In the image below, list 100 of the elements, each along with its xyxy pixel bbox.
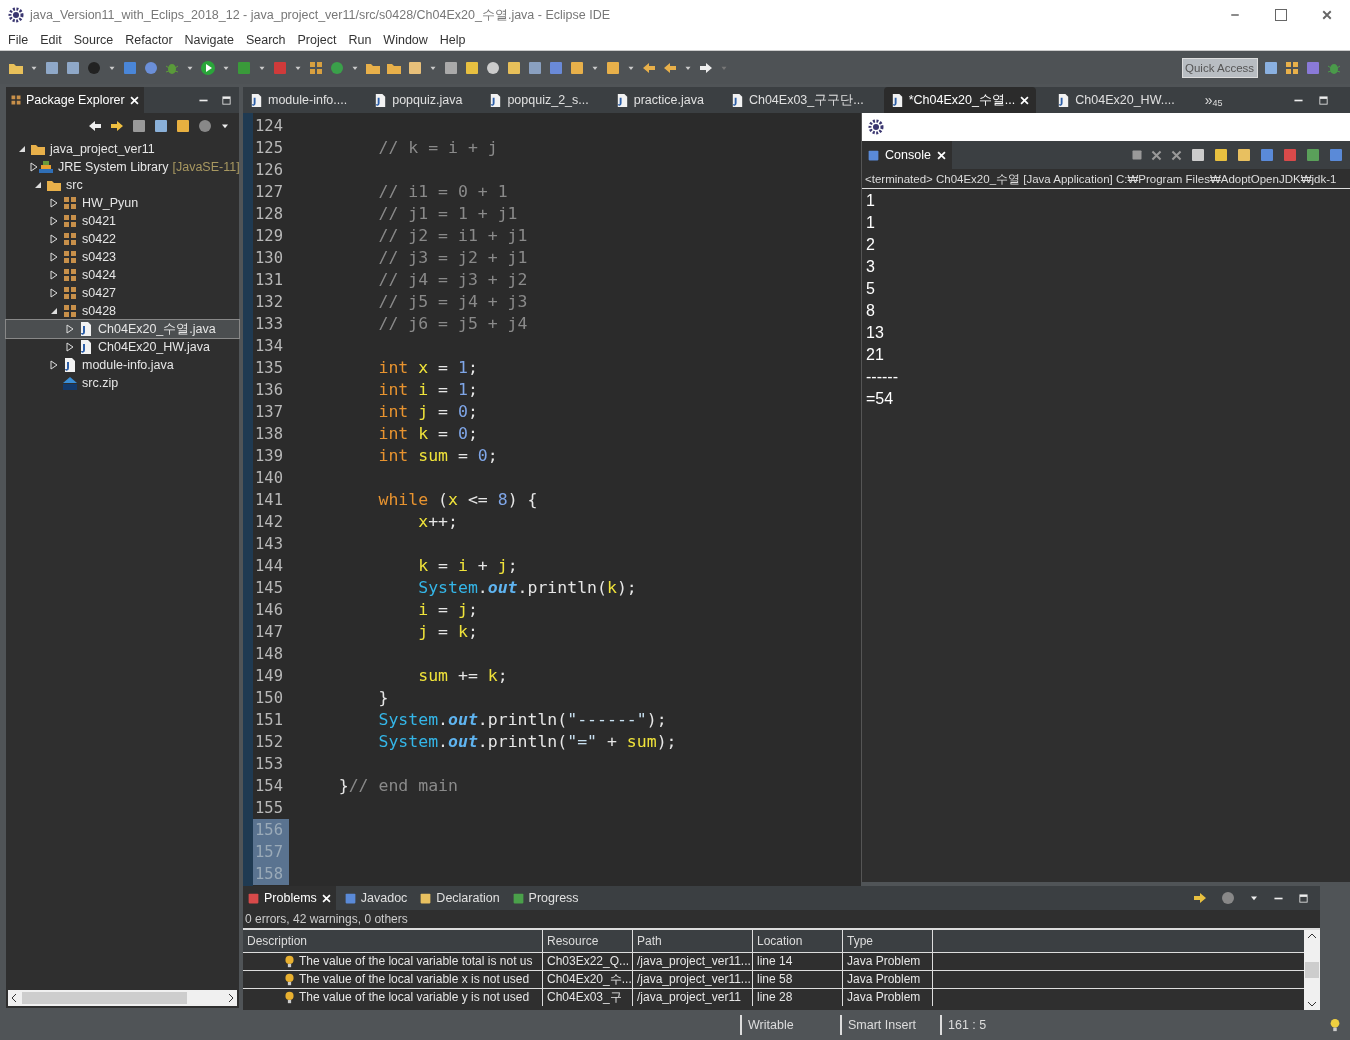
editor-tab[interactable]: Ch04Ex03_구구단... [723, 87, 870, 113]
tree-item-label: src [66, 176, 83, 194]
line-number: 157 [253, 841, 289, 863]
collapsed-arrow-icon[interactable] [50, 270, 58, 280]
collapsed-arrow-icon[interactable] [50, 216, 58, 226]
line-number: 150 [254, 688, 284, 709]
column-header[interactable]: Path [633, 930, 753, 952]
menu-item[interactable]: Project [291, 30, 343, 50]
scroll-down-icon[interactable] [1307, 1000, 1317, 1008]
table-cell: /java_project_ver11... [637, 953, 751, 970]
code-token: } [337, 776, 349, 795]
tree-item[interactable]: src.zip [6, 374, 239, 392]
tree-item[interactable]: s0424 [6, 266, 239, 284]
tree-item[interactable]: s0422 [6, 230, 239, 248]
table-cell: Java Problem [847, 989, 921, 1006]
column-header[interactable]: Type [843, 930, 933, 952]
editor-tab[interactable]: Ch04Ex20_HW.... [1050, 87, 1181, 113]
code-token: System [417, 578, 478, 597]
tree-item[interactable]: s0428 [6, 302, 239, 320]
package-explorer-tab[interactable]: Package Explorer [6, 87, 144, 113]
collapsed-arrow-icon[interactable] [50, 360, 58, 370]
scroll-up-icon[interactable] [1307, 932, 1317, 940]
line-number: 143 [254, 534, 284, 555]
panel-tab[interactable]: Javadoc [339, 886, 412, 910]
scroll-left-icon[interactable] [10, 993, 18, 1003]
code-token: // k = i + j [377, 138, 498, 157]
menu-item[interactable]: Search [239, 30, 292, 50]
tree-item[interactable]: Ch04Ex20_HW.java [6, 338, 239, 356]
package-icon [62, 285, 78, 301]
menu-item[interactable]: Help [433, 30, 472, 50]
console-output-line: ------ [866, 367, 899, 387]
code-token: . [438, 732, 448, 751]
library-books-icon [38, 159, 54, 175]
editor-tab[interactable]: popquiz_2_s... [482, 87, 595, 113]
stop-icon [1131, 149, 1143, 161]
tree-item[interactable]: s0423 [6, 248, 239, 266]
collapsed-arrow-icon[interactable] [50, 234, 58, 244]
java-file-icon [78, 339, 94, 355]
code-editor[interactable] [243, 113, 861, 886]
console-output-line: 1 [866, 213, 876, 233]
tree-item[interactable]: Ch04Ex20_수열.java [6, 320, 239, 338]
line-number: 142 [254, 512, 284, 533]
scroll-right-icon[interactable] [227, 993, 235, 1003]
code-token: ; [467, 424, 478, 443]
table-cell: The value of the local variable total is not us [299, 953, 533, 970]
panel-title: Package Explorer [26, 91, 125, 109]
overflow-chevron[interactable]: » [1204, 89, 1213, 111]
tree-item[interactable]: s0427 [6, 284, 239, 302]
code-token: ; [467, 380, 478, 399]
editor-tab[interactable]: popquiz.java [367, 87, 469, 113]
collapsed-arrow-icon[interactable] [50, 252, 58, 262]
warning-icon [283, 955, 296, 968]
menu-item[interactable]: Navigate [178, 30, 240, 50]
console-tab[interactable]: Console [862, 141, 952, 169]
code-token: 8 [497, 490, 508, 509]
column-header[interactable]: Resource [543, 930, 633, 952]
menu-item[interactable]: Source [67, 30, 120, 50]
expanded-arrow-icon[interactable] [18, 145, 26, 153]
vertical-scrollbar[interactable] [1304, 930, 1320, 1010]
line-number: 144 [254, 556, 284, 577]
column-header[interactable]: Location [753, 930, 843, 952]
code-token: ; [467, 622, 478, 641]
maximize-icon [1275, 9, 1287, 21]
tree-item[interactable]: module-info.java [6, 356, 239, 374]
menu-item[interactable]: Edit [34, 30, 68, 50]
package-icon [62, 249, 78, 265]
collapsed-arrow-icon[interactable] [50, 198, 58, 208]
panel-tab[interactable]: Declaration [415, 886, 504, 910]
column-header[interactable]: Description [243, 930, 543, 952]
collapsed-arrow-icon[interactable] [30, 162, 38, 172]
menu-item[interactable]: File [2, 30, 35, 50]
editor-tab[interactable]: module-info.... [243, 87, 354, 113]
expanded-arrow-icon[interactable] [34, 181, 42, 189]
scrollbar-thumb[interactable] [1305, 962, 1319, 978]
collapsed-arrow-icon[interactable] [66, 324, 74, 334]
line-number: 155 [254, 798, 284, 819]
table-cell: Ch04Ex20_수... [547, 971, 632, 988]
quick-access-field[interactable]: Quick Access [1182, 57, 1258, 78]
tree-item[interactable]: JRE System Library [JavaSE-11] [6, 158, 239, 176]
expanded-arrow-icon[interactable] [50, 307, 58, 315]
panel-tab[interactable]: Progress [507, 886, 583, 910]
panel-tab[interactable]: Problems [243, 886, 336, 910]
scrollbar-thumb[interactable] [22, 992, 187, 1004]
tree-item[interactable]: java_project_ver11 [6, 140, 239, 158]
code-token: = [437, 622, 449, 641]
editor-tab[interactable]: *Ch04Ex20_수열... [883, 87, 1037, 113]
tree-item[interactable]: s0421 [6, 212, 239, 230]
line-number: 156 [253, 819, 289, 841]
console-output-line: 2 [866, 235, 876, 255]
editor-tab[interactable]: practice.java [608, 87, 710, 113]
menu-item[interactable]: Refactor [119, 30, 179, 50]
collapsed-arrow-icon[interactable] [50, 288, 58, 298]
tree-item[interactable]: HW_Pyun [6, 194, 239, 212]
menu-item[interactable]: Run [342, 30, 378, 50]
console-output-line: 13 [866, 323, 885, 343]
tree-item[interactable]: src [6, 176, 239, 194]
menu-item[interactable]: Window [377, 30, 434, 50]
code-token: int [377, 402, 410, 421]
horizontal-scrollbar[interactable] [8, 990, 237, 1006]
collapsed-arrow-icon[interactable] [66, 342, 74, 352]
